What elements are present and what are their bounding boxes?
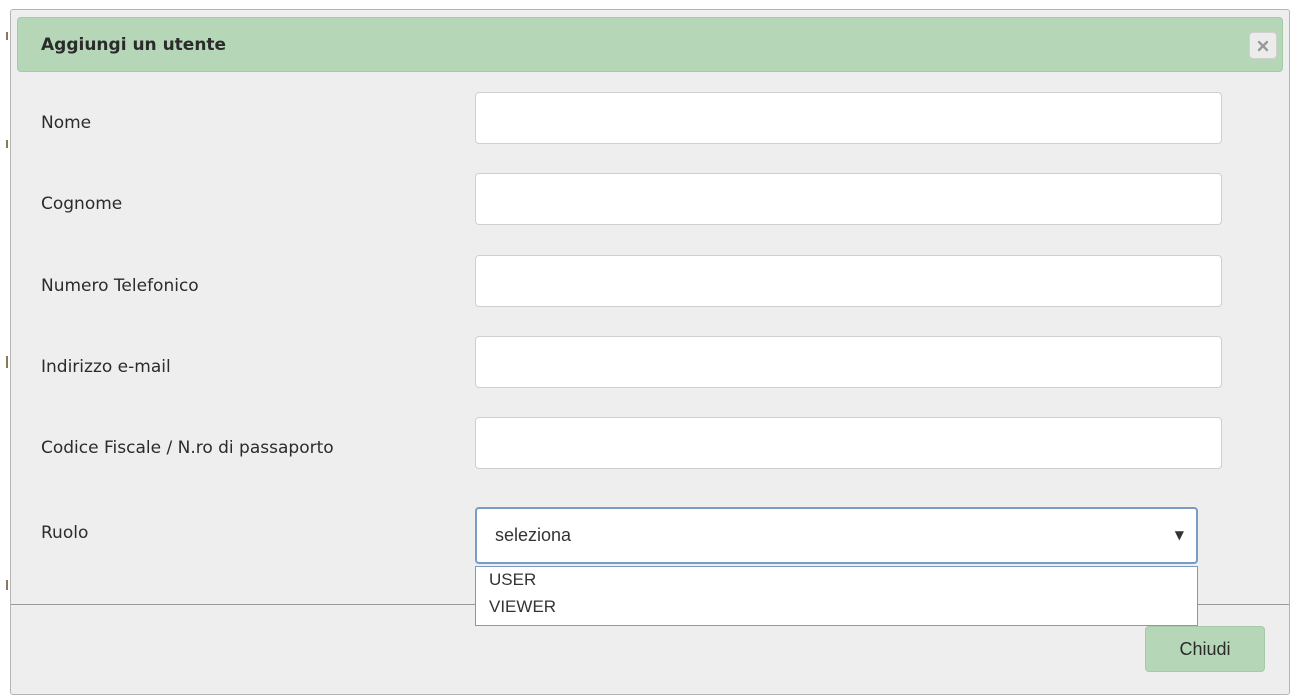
background-fragment [6,356,8,368]
email-label: Indirizzo e-mail [41,357,171,377]
close-icon [1257,40,1269,51]
ruolo-select[interactable]: seleziona ▼ [475,507,1198,564]
dropdown-arrow-icon: ▼ [1174,528,1184,542]
chiudi-button[interactable]: Chiudi [1145,626,1265,672]
telefono-label: Numero Telefonico [41,276,199,296]
nome-label: Nome [41,113,92,133]
cognome-input[interactable] [475,173,1222,225]
codice-fiscale-input[interactable] [475,417,1222,469]
background-fragment [6,580,8,590]
cognome-label: Cognome [41,194,123,214]
background-fragment [6,140,8,148]
codice-fiscale-label: Codice Fiscale / N.ro di passaporto [41,438,334,458]
dialog-title: Aggiungi un utente [41,35,227,55]
ruolo-label: Ruolo [41,523,89,543]
ruolo-option-viewer[interactable]: VIEWER [489,597,556,617]
ruolo-option-user[interactable]: USER [489,570,536,590]
ruolo-select-value: seleziona [495,525,572,545]
telefono-input[interactable] [475,255,1222,307]
background-fragment [6,32,8,40]
add-user-dialog: Aggiungi un utente Nome Cognome Numero T… [10,9,1290,695]
email-input[interactable] [475,336,1222,388]
chiudi-button-label: Chiudi [1179,638,1231,659]
dialog-header: Aggiungi un utente [17,17,1283,72]
nome-input[interactable] [475,92,1222,144]
ruolo-dropdown-list: USER VIEWER [475,566,1198,626]
close-dialog-button[interactable] [1249,32,1277,59]
